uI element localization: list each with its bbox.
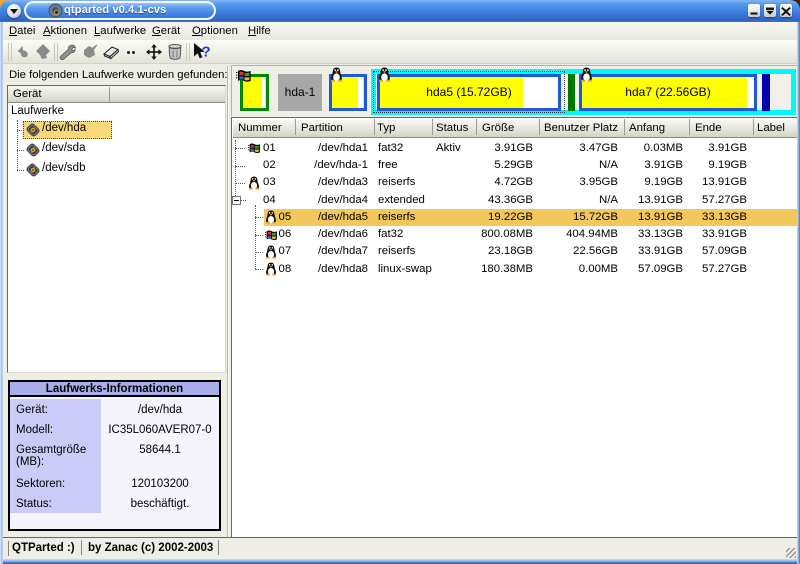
- svg-text:?: ?: [202, 44, 211, 61]
